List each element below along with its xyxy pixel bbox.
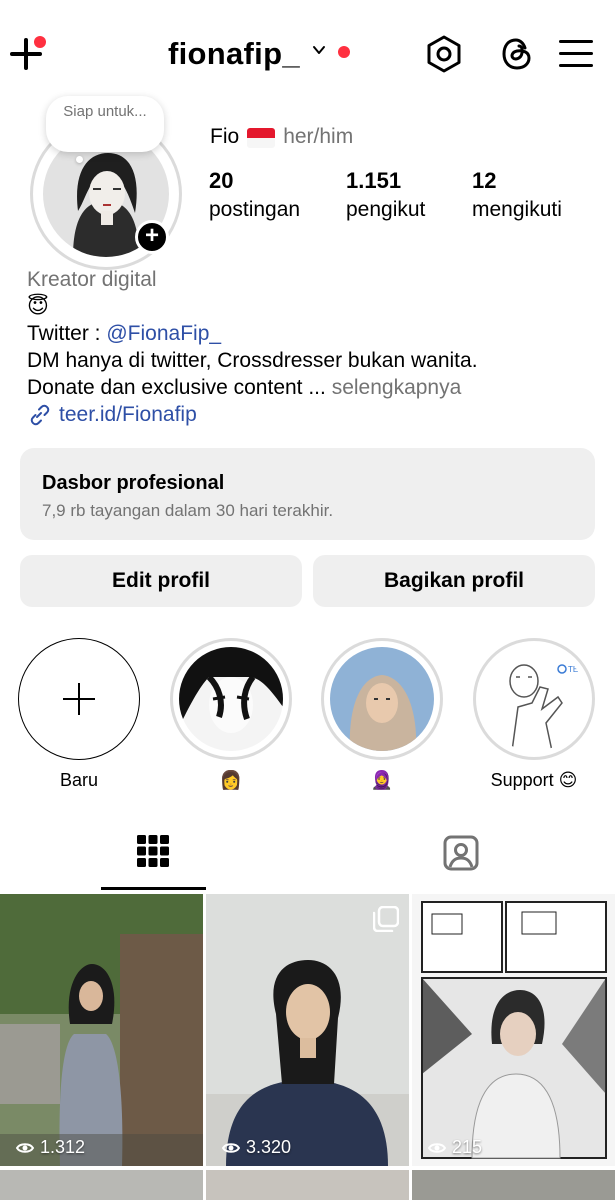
view-count-value: 3.320 (246, 1137, 292, 1157)
bio-line-2: Donate dan exclusive content ... (27, 376, 332, 399)
posts-grid: 1.312 3.320 215 (0, 894, 615, 1200)
highlight-circle: TEER.ID (473, 638, 595, 760)
eye-icon (16, 1142, 34, 1153)
bio-emoji: 😇 (27, 295, 49, 318)
carousel-icon (579, 906, 605, 932)
stat-posts-value: 20 (209, 168, 234, 193)
highlight-2[interactable]: 🧕 (321, 638, 443, 791)
note-bubble-tail (76, 156, 83, 163)
bio-twitter-line: Twitter : @FionaFip_ (27, 320, 607, 347)
bio-link[interactable]: teer.id/Fionafip (27, 401, 607, 428)
tagged-tab-icon[interactable] (442, 834, 480, 872)
eye-icon (222, 1142, 240, 1153)
profile-tabs (0, 812, 615, 892)
stat-following-label: mengikuti (472, 198, 562, 221)
stat-following[interactable]: 12 mengikuti (472, 168, 562, 222)
meta-settings-icon[interactable] (424, 34, 464, 74)
account-notification-dot (337, 46, 350, 58)
stat-posts[interactable]: 20 postingan (209, 168, 300, 222)
display-name: Fio (210, 125, 240, 148)
view-count-value: 215 (452, 1137, 483, 1157)
highlight-label: 👩 (219, 770, 243, 790)
view-count: 1.312 (16, 1137, 85, 1158)
carousel-icon (373, 906, 399, 932)
active-tab-indicator (101, 887, 206, 890)
link-icon (30, 404, 50, 425)
threads-icon[interactable] (497, 34, 537, 74)
dashboard-title: Dasbor profesional (42, 472, 225, 494)
twitter-prefix: Twitter : (27, 322, 107, 345)
highlight-circle (321, 638, 443, 760)
post-tile[interactable] (206, 1170, 409, 1200)
dashboard-subtitle: 7,9 rb tayangan dalam 30 hari terakhir. (42, 501, 334, 520)
post-tile[interactable]: 1.312 (0, 894, 203, 1166)
highlight-circle (170, 638, 292, 760)
view-count: 3.320 (222, 1137, 291, 1158)
category-label: Kreator digital (27, 268, 157, 291)
notification-dot (34, 36, 46, 48)
post-tile[interactable]: 3.320 (206, 894, 409, 1166)
profile-bio: Kreator digital 😇 Twitter : @FionaFip_ D… (27, 266, 607, 428)
highlight-label: Support 😊 (490, 770, 578, 790)
stat-posts-label: postingan (209, 198, 301, 221)
grid-tab-icon[interactable] (136, 834, 170, 868)
view-count: 215 (428, 1137, 482, 1158)
eye-icon (428, 1142, 446, 1153)
post-tile[interactable] (0, 1170, 203, 1200)
highlight-cover: TEER.ID (482, 647, 586, 751)
post-tile[interactable]: 215 (412, 894, 615, 1166)
stat-followers-value: 1.151 (346, 168, 402, 193)
plus-icon (63, 683, 95, 715)
new-highlight-circle (18, 638, 140, 760)
username: fionafip_ (168, 36, 300, 71)
profile-name-line: Fio her/him (210, 125, 353, 149)
stat-followers-label: pengikut (346, 198, 426, 221)
view-count-value: 1.312 (40, 1137, 86, 1157)
twitter-handle[interactable]: @FionaFip_ (106, 322, 221, 345)
account-switcher[interactable]: fionafip_ (168, 34, 350, 74)
bio-line-2-wrap: Donate dan exclusive content ... selengk… (27, 374, 607, 401)
teer-badge-text: TEER.ID (568, 665, 586, 674)
highlight-cover (330, 647, 434, 751)
profile-header: fionafip_ (0, 0, 615, 100)
professional-dashboard[interactable]: Dasbor profesional 7,9 rb tayangan dalam… (20, 448, 595, 540)
edit-profile-button[interactable]: Edit profil (20, 555, 302, 607)
bio-link-text: teer.id/Fionafip (59, 403, 197, 426)
share-profile-button[interactable]: Bagikan profil (313, 555, 595, 607)
highlight-1[interactable]: 👩 (170, 638, 292, 791)
highlight-3[interactable]: TEER.ID Support 😊 (473, 638, 595, 791)
highlight-label: Baru (59, 770, 99, 790)
indonesia-flag-icon (247, 128, 276, 148)
stat-followers[interactable]: 1.151 pengikut (346, 168, 425, 222)
menu-icon[interactable] (556, 34, 596, 74)
post-tile[interactable] (412, 1170, 615, 1200)
bio-line-1: DM hanya di twitter, Crossdresser bukan … (27, 349, 478, 372)
highlight-new[interactable]: Baru (18, 638, 140, 791)
add-story-button[interactable]: + (135, 220, 169, 254)
highlight-label: 🧕 (370, 770, 394, 790)
pronouns: her/him (283, 125, 354, 148)
note-text: Siap untuk... (63, 103, 147, 120)
chevron-down-icon (312, 46, 325, 54)
stat-following-value: 12 (472, 168, 497, 193)
note-bubble[interactable]: Siap untuk... (46, 96, 164, 152)
see-more-link[interactable]: selengkapnya (332, 376, 462, 399)
highlight-cover (179, 647, 283, 751)
